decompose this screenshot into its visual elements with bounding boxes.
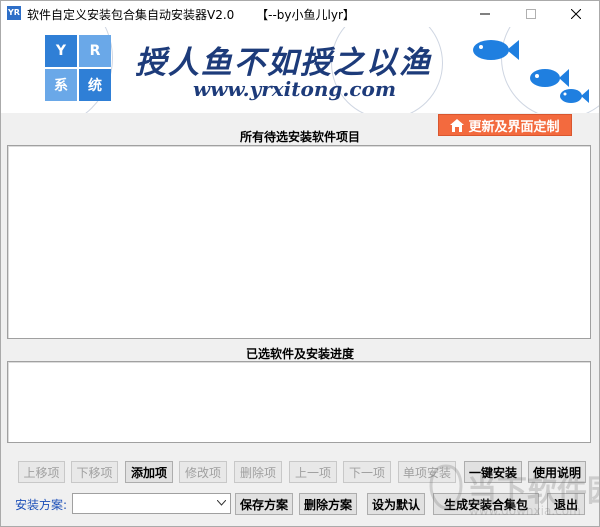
available-software-list[interactable]	[7, 145, 591, 339]
banner: Y R 系 统 授人鱼不如授之以渔 www.yrxitong.com	[1, 27, 599, 113]
logo-tile: Y	[45, 35, 77, 67]
logo-tile: R	[79, 35, 111, 67]
prev-item-button[interactable]: 上一项	[289, 461, 337, 483]
close-icon	[571, 9, 581, 19]
move-up-button[interactable]: 上移项	[18, 461, 65, 483]
exit-button[interactable]: 退出	[547, 493, 585, 515]
minimize-icon	[480, 13, 490, 15]
install-scheme-select[interactable]	[72, 493, 231, 514]
window-title: 软件自定义安装包合集自动安装器V2.0 【--by小鱼儿lyr】	[27, 6, 355, 23]
one-click-install-button[interactable]: 一键安装	[464, 461, 522, 483]
maximize-button[interactable]	[508, 1, 554, 27]
set-default-button[interactable]: 设为默认	[367, 493, 425, 515]
edit-item-button[interactable]: 修改项	[179, 461, 227, 483]
generate-package-button[interactable]: 生成安装合集包	[433, 493, 539, 515]
available-software-label: 所有待选安装软件项目	[239, 130, 360, 144]
banner-slogan: 授人鱼不如授之以渔	[135, 45, 432, 81]
maximize-icon	[526, 9, 536, 19]
help-button[interactable]: 使用说明	[528, 461, 586, 483]
banner-url: www.yrxitong.com	[193, 77, 397, 101]
fish-icon	[473, 40, 519, 60]
delete-item-button[interactable]: 删除项	[234, 461, 282, 483]
single-install-button[interactable]: 单项安装	[398, 461, 456, 483]
next-item-button[interactable]: 下一项	[343, 461, 391, 483]
install-scheme-label: 安装方案:	[15, 498, 68, 512]
selected-software-list[interactable]	[7, 361, 591, 443]
logo-tile: 统	[79, 69, 111, 101]
window-author: 【--by小鱼儿lyr】	[256, 8, 355, 22]
save-scheme-button[interactable]: 保存方案	[235, 493, 293, 515]
close-button[interactable]	[553, 1, 599, 27]
minimize-button[interactable]	[462, 1, 508, 27]
site-logo: Y R 系 统	[45, 35, 111, 101]
app-window: YR 软件自定义安装包合集自动安装器V2.0 【--by小鱼儿lyr】 Y R …	[0, 0, 600, 527]
title-bar[interactable]: YR 软件自定义安装包合集自动安装器V2.0 【--by小鱼儿lyr】	[1, 1, 599, 27]
app-icon: YR	[7, 6, 21, 20]
logo-tile: 系	[45, 69, 77, 101]
fish-icon	[560, 89, 589, 103]
delete-scheme-button[interactable]: 删除方案	[299, 493, 357, 515]
chevron-down-icon	[217, 500, 226, 506]
add-item-button[interactable]: 添加项	[125, 461, 173, 483]
window-title-text: 软件自定义安装包合集自动安装器V2.0	[27, 8, 235, 22]
move-down-button[interactable]: 下移项	[71, 461, 118, 483]
selected-software-label: 已选软件及安装进度	[245, 347, 354, 361]
